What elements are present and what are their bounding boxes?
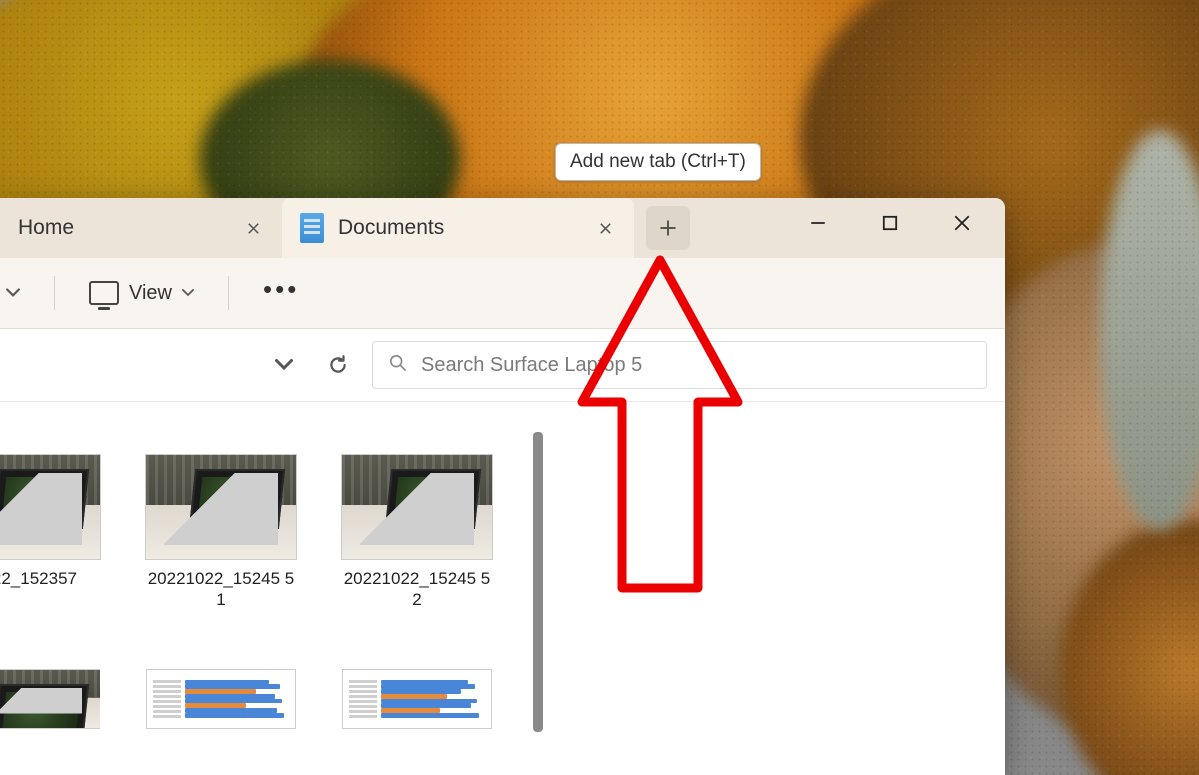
see-more-button[interactable]: •••	[253, 283, 309, 303]
search-input[interactable]: Search Surface Laptop 5	[372, 341, 987, 389]
thumbnail	[0, 454, 101, 560]
file-explorer-window: Home Documents	[0, 198, 1005, 775]
chevron-down-icon	[182, 289, 194, 297]
thumbnail	[146, 669, 296, 729]
file-grid: 1022_152357 20221022_15245 5 1 20221022_…	[0, 454, 560, 611]
address-bar-row: Search Surface Laptop 5	[0, 329, 1005, 402]
search-placeholder: Search Surface Laptop 5	[421, 354, 642, 377]
file-name: 20221022_15245 5 2	[342, 568, 492, 611]
close-window-button[interactable]	[943, 204, 981, 242]
file-name: 1022_152357	[0, 568, 77, 589]
recent-locations-button[interactable]	[264, 345, 304, 385]
file-name: 20221022_15245 5 1	[146, 568, 296, 611]
file-item[interactable]: 1022_152357	[0, 454, 100, 611]
tab-documents[interactable]: Documents	[282, 198, 634, 258]
refresh-button[interactable]	[318, 345, 358, 385]
new-tab-button[interactable]	[646, 206, 690, 250]
divider	[228, 276, 229, 310]
minimize-button[interactable]	[799, 204, 837, 242]
more-icon: •••	[263, 289, 299, 297]
thumbnail	[341, 454, 493, 560]
tab-home[interactable]: Home	[0, 198, 282, 258]
file-item[interactable]: 20221022_15245 5 2	[342, 454, 492, 611]
file-list-pane[interactable]: 1022_152357 20221022_15245 5 1 20221022_…	[0, 402, 1005, 775]
maximize-button[interactable]	[871, 204, 909, 242]
window-controls	[781, 198, 999, 248]
file-grid	[0, 669, 560, 729]
tab-label: Home	[18, 216, 74, 240]
divider	[54, 276, 55, 310]
thumbnail	[145, 454, 297, 560]
monitor-icon	[89, 281, 119, 305]
view-menu-button[interactable]: View	[79, 275, 204, 311]
vertical-scrollbar[interactable]	[533, 432, 543, 732]
file-item[interactable]: 20221022_15245 5 1	[146, 454, 296, 611]
thumbnail	[0, 669, 100, 729]
thumbnail	[342, 669, 492, 729]
tab-documents-close-button[interactable]	[590, 213, 620, 243]
file-item[interactable]	[0, 669, 100, 729]
file-item[interactable]	[342, 669, 492, 729]
search-icon	[389, 354, 407, 377]
sort-chevron-icon[interactable]	[4, 288, 22, 298]
tab-label: Documents	[338, 216, 444, 240]
file-item[interactable]	[146, 669, 296, 729]
command-bar: View •••	[0, 258, 1005, 329]
titlebar: Home Documents	[0, 198, 1005, 258]
document-icon	[300, 213, 324, 243]
tab-home-close-button[interactable]	[238, 213, 268, 243]
view-label: View	[129, 282, 172, 305]
new-tab-tooltip: Add new tab (Ctrl+T)	[555, 143, 761, 181]
